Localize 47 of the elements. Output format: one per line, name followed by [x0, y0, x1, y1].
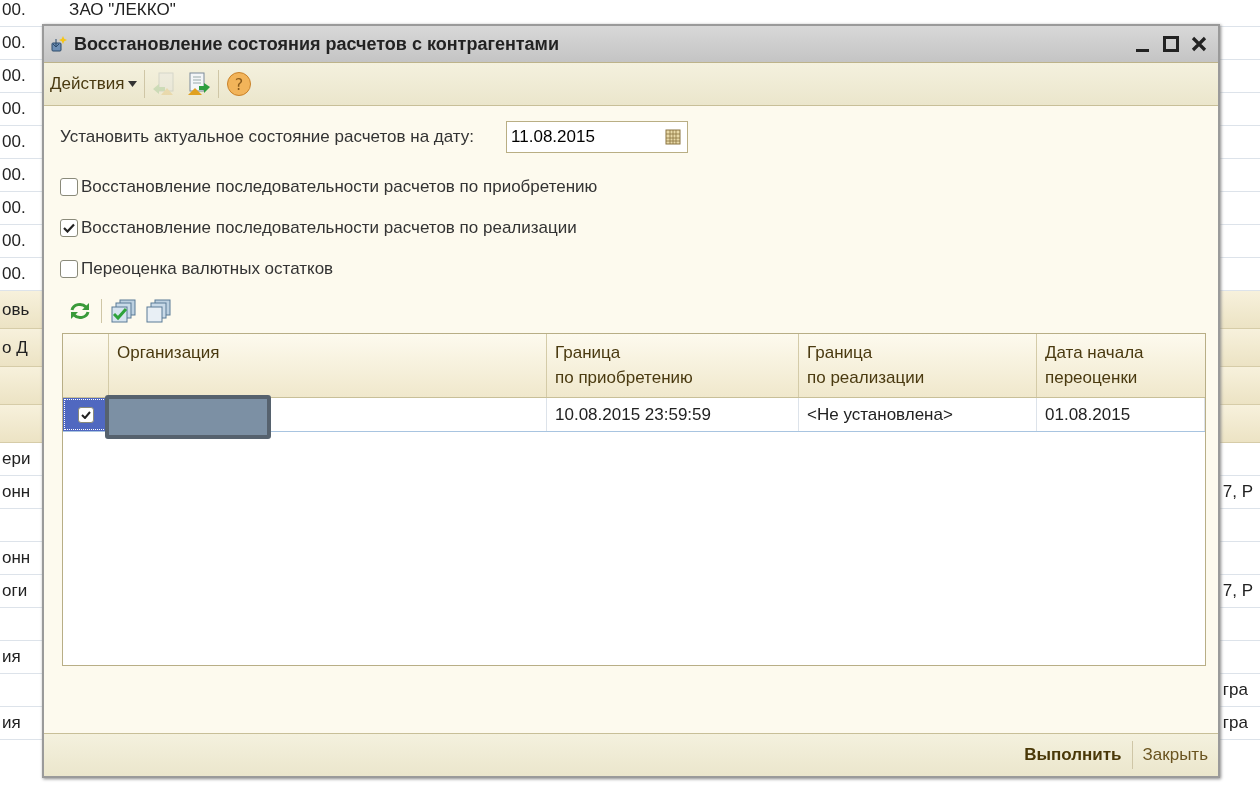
caret-icon	[128, 81, 138, 87]
list-cell: овь	[2, 299, 30, 319]
checkbox-option[interactable]: Восстановление последовательности расчетов по реализации	[60, 207, 1202, 248]
date-field[interactable]: 11.08.2015	[506, 121, 689, 153]
list-cell: онн	[2, 482, 31, 501]
list-cell: ия	[2, 713, 21, 732]
window-icon	[50, 35, 68, 53]
calendar-icon[interactable]	[664, 128, 683, 146]
list-cell: 7, Р	[1222, 581, 1254, 600]
table-cell: 01.08.2015	[1045, 404, 1131, 425]
uncheck-all-icon[interactable]	[146, 298, 172, 324]
table-cell: <Не установлена>	[807, 404, 953, 425]
list-cell: 00.	[2, 0, 26, 19]
column-header: Граница по реализации	[799, 334, 1037, 397]
list-cell: 7, Р	[1222, 482, 1254, 501]
maximize-icon[interactable]	[1162, 35, 1180, 53]
list-cell: 00.	[2, 165, 26, 184]
dialog-button[interactable]: Закрыть	[1140, 741, 1210, 769]
list-cell: о Д	[2, 337, 28, 357]
checkmark-icon	[63, 222, 75, 233]
dialog-button[interactable]: Выполнить	[1022, 741, 1124, 769]
date-label: Установить актуальное состояние расчетов на дату:	[60, 127, 475, 147]
list-cell: 00.	[2, 198, 26, 217]
column-header: Граница по приобретению	[547, 334, 799, 397]
list-cell: 00.	[2, 33, 26, 52]
list-cell: гра	[1222, 680, 1248, 699]
actions-menu[interactable]: Действия	[50, 74, 138, 94]
list-cell: 00.	[2, 132, 26, 151]
table-cell: 10.08.2015 23:59:59	[555, 404, 711, 425]
checkbox-option[interactable]: Восстановление последовательности расчетов по приобретению	[60, 166, 1202, 207]
list-cell: гра	[1222, 713, 1248, 732]
list-cell: ери	[2, 449, 31, 468]
checkmark-icon	[80, 410, 91, 419]
refresh-icon[interactable]	[68, 300, 92, 322]
window-title: Восстановление состояния расчетов с контрагентами	[74, 33, 560, 55]
list-cell: 00.	[2, 231, 26, 250]
close-icon[interactable]	[1190, 35, 1208, 53]
list-cell: оги	[2, 581, 28, 600]
list-cell: 00.	[2, 66, 26, 85]
list-cell: 00.	[2, 99, 26, 118]
list-cell: 00.	[2, 264, 26, 283]
list-cell: ия	[2, 647, 21, 666]
column-header: Дата начала переоценки	[1044, 342, 1145, 389]
list-cell: ЗАО "ЛЕККО"	[69, 0, 176, 19]
checkbox-option[interactable]: Переоценка валютных остатков	[60, 248, 1202, 289]
list-cell: онн	[2, 548, 31, 567]
check-all-icon[interactable]	[111, 298, 137, 324]
